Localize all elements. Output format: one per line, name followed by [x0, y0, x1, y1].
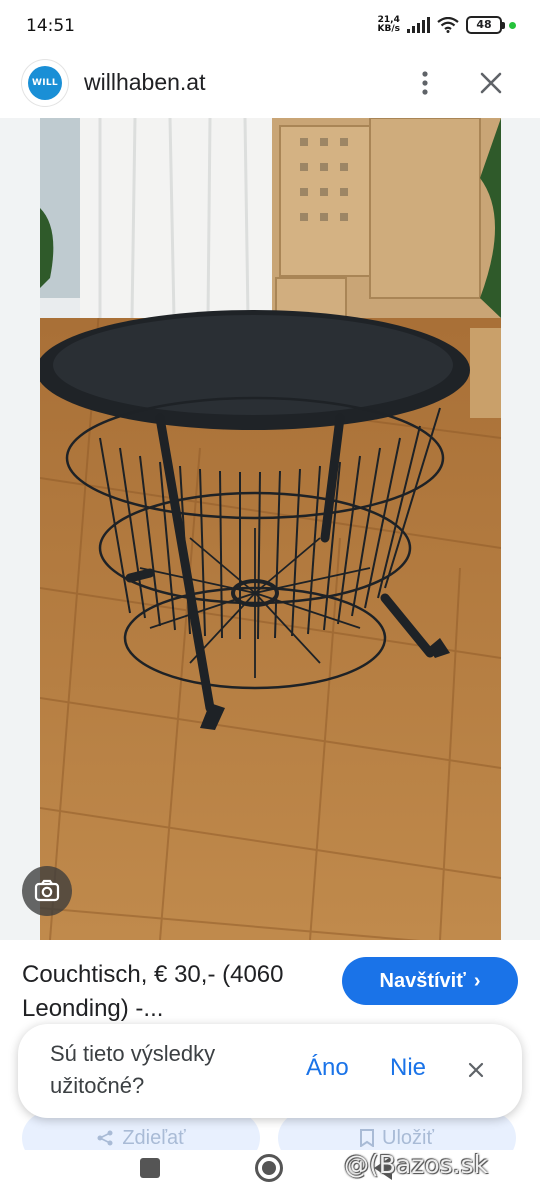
feedback-yes-button[interactable]: Áno	[306, 1054, 349, 1082]
site-domain[interactable]: willhaben.at	[84, 69, 205, 96]
close-icon[interactable]	[464, 1058, 488, 1082]
result-title[interactable]: Couchtisch, € 30,- (4060 Leonding) -...	[22, 958, 332, 1026]
home-icon[interactable]	[255, 1154, 283, 1182]
google-lens-button[interactable]	[22, 866, 72, 916]
net-speed: 21,4 KB/s	[378, 16, 400, 34]
visit-button-label: Navštíviť	[379, 969, 466, 992]
wifi-icon	[437, 17, 459, 33]
share-icon	[97, 1130, 113, 1146]
share-button-label: Zdieľať	[122, 1126, 186, 1149]
privacy-indicator-dot	[509, 21, 516, 29]
google-lens-icon	[34, 879, 60, 902]
site-header: WILL willhaben.at	[0, 56, 540, 118]
close-icon[interactable]	[476, 68, 506, 98]
feedback-question: Sú tieto výsledky užitočné?	[50, 1041, 216, 1098]
feedback-card: Sú tieto výsledky užitočné? Áno Nie	[18, 1024, 522, 1118]
status-time: 14:51	[26, 16, 75, 36]
site-logo-text: WILL	[28, 66, 62, 100]
image-preview-area	[0, 118, 540, 940]
watermark: @(Bazos.sk	[344, 1150, 489, 1179]
save-button-label: Uložiť	[382, 1126, 434, 1149]
product-photo[interactable]	[40, 118, 501, 940]
visit-button[interactable]: Navštíviť ›	[342, 957, 518, 1005]
chevron-right-icon: ›	[473, 969, 481, 992]
battery-icon: 48	[466, 16, 505, 34]
net-speed-unit: KB/s	[377, 24, 400, 34]
recents-icon[interactable]	[140, 1158, 160, 1178]
signal-icon	[407, 17, 430, 33]
site-logo[interactable]: WILL	[22, 60, 68, 106]
status-bar: 14:51 21,4 KB/s 48	[0, 0, 540, 56]
status-icons: 21,4 KB/s 48	[378, 16, 516, 34]
more-options-icon[interactable]	[412, 68, 438, 98]
feedback-no-button[interactable]: Nie	[390, 1054, 426, 1082]
bookmark-icon	[360, 1129, 375, 1147]
